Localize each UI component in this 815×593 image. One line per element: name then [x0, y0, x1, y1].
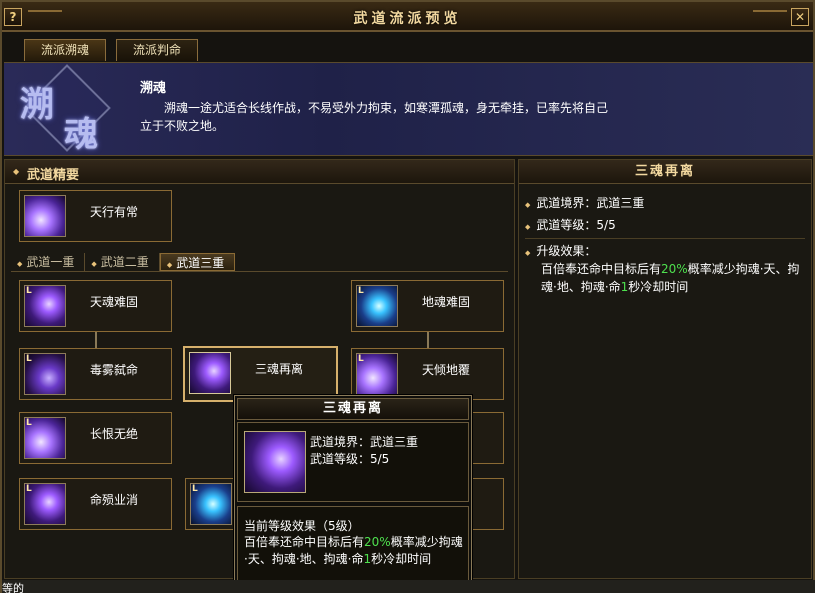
skill-slot-dihun[interactable]: L 地魂难固	[351, 280, 504, 332]
section-title: 武道精要	[27, 168, 80, 183]
blue-spirit-icon[interactable]: L	[190, 483, 232, 525]
detail-level: ◆ 武道等级：5/5	[525, 218, 616, 232]
skill-slot-changhen[interactable]: L 长恨无绝	[19, 412, 172, 464]
skill-tooltip: 三魂再离 武道境界：武道三重 武道等级：5/5 当前等级效果（5级） 百倍奉还命…	[234, 395, 472, 593]
skill-school-window: ? 武道流派预览 ✕ 流派溯魂 流派判命 溯 魂 溯魂 溯魂一途尤适合长线作战，…	[0, 0, 815, 593]
skill-slot-duwu[interactable]: L 毒雾弑命	[19, 348, 172, 400]
emblem-char-2: 魂	[64, 115, 98, 155]
tree-connector	[427, 331, 429, 348]
title-ornament-right	[753, 10, 787, 24]
skill-name: 长恨无绝	[90, 427, 139, 441]
close-button[interactable]: ✕	[791, 8, 809, 26]
emblem-char-1: 溯	[20, 85, 54, 125]
rank-badge-icon: L	[26, 354, 32, 364]
purple-spirit-icon[interactable]: L	[24, 285, 66, 327]
tab-realm-2[interactable]: ◆ 武道二重	[85, 253, 160, 271]
skill-name: 毒雾弑命	[90, 363, 139, 377]
skill-name: 天魂难固	[90, 295, 139, 309]
skill-name: 三魂再离	[255, 362, 304, 376]
purple-flame-icon[interactable]: L	[24, 417, 66, 459]
tab-suhun[interactable]: 流派溯魂	[24, 39, 107, 61]
background-text: 等的	[2, 582, 24, 593]
skill-slot-tianhun[interactable]: L 天魂难固	[19, 280, 172, 332]
divider	[525, 238, 805, 239]
skill-slot-hidden[interactable]	[469, 412, 504, 464]
school-emblem-icon: 溯 魂	[14, 64, 118, 155]
skill-detail-panel: 三魂再离 ◆ 武道境界：武道三重 ◆ 武道等级：5/5 ◆ 升级效果： 百倍奉还命中目…	[518, 159, 812, 579]
window-title: 武道流派预览	[353, 11, 462, 27]
school-name: 溯魂	[140, 81, 167, 96]
tooltip-title: 三魂再离	[237, 398, 469, 420]
realm-sub-tabs: ◆ 武道一重 ◆ 武道二重 ◆ 武道三重	[11, 253, 236, 271]
tab-panming[interactable]: 流派判命	[116, 39, 199, 61]
detail-effect-title: ◆ 升级效果：	[525, 244, 597, 258]
tab-realm-3[interactable]: ◆ 武道三重	[159, 253, 236, 271]
soul-split-icon	[244, 431, 306, 493]
title-bar[interactable]: ? 武道流派预览 ✕	[2, 2, 813, 32]
rank-badge-icon: L	[26, 484, 32, 494]
tab-realm-1[interactable]: ◆ 武道一重	[11, 253, 86, 271]
skill-slot-mingyun[interactable]: L 命殒业消	[19, 478, 172, 530]
diamond-bullet-icon: ◆	[525, 201, 531, 209]
school-tabs: 流派溯魂 流派判命	[24, 39, 199, 61]
tooltip-level: 武道等级：5/5	[310, 452, 390, 466]
tooltip-realm: 武道境界：武道三重	[310, 435, 419, 449]
skill-slot-hidden[interactable]	[469, 478, 504, 530]
rank-badge-icon: L	[358, 354, 364, 364]
detail-title: 三魂再离	[519, 160, 811, 184]
skill-slot-tianqing[interactable]: L 天倾地覆	[351, 348, 504, 400]
school-banner: 溯 魂 溯魂 溯魂一途尤适合长线作战，不易受外力拘束，如寒潭孤魂，身无牵挂，已率…	[4, 62, 813, 156]
tooltip-current-level: 当前等级效果（5级）	[244, 519, 360, 533]
violet-vortex-icon[interactable]: L	[356, 353, 398, 395]
divider	[11, 271, 508, 272]
diamond-bullet-icon: ◆	[525, 249, 531, 257]
blue-spirit-icon[interactable]: L	[356, 285, 398, 327]
rank-badge-icon: L	[26, 286, 32, 296]
diamond-bullet-icon: ◆	[525, 223, 531, 231]
skill-name: 天倾地覆	[422, 363, 471, 377]
tooltip-effect-text: 百倍奉还命中目标后有20%概率减少拘魂·天、拘魂·地、拘魂·命1秒冷却时间	[244, 535, 463, 566]
purple-burst-icon[interactable]: L	[24, 483, 66, 525]
tree-connector	[95, 331, 97, 348]
essence-skill-slot[interactable]: 天行有常	[19, 190, 172, 242]
school-description: 溯魂一途尤适合长线作战，不易受外力拘束，如寒潭孤魂，身无牵挂，已率先将自己立于不…	[140, 101, 609, 133]
poison-mist-icon[interactable]: L	[24, 353, 66, 395]
skill-name: 地魂难固	[422, 295, 471, 309]
rank-badge-icon: L	[192, 484, 198, 494]
rank-badge-icon: L	[358, 286, 364, 296]
detail-realm: ◆ 武道境界：武道三重	[525, 196, 645, 210]
soul-split-icon[interactable]	[189, 352, 231, 394]
section-header: ◆ 武道精要	[5, 160, 514, 184]
skill-name: 天行有常	[90, 205, 139, 219]
tooltip-info: 武道境界：武道三重 武道等级：5/5	[237, 422, 469, 502]
rank-badge-icon: L	[26, 418, 32, 428]
detail-effect-text: 百倍奉还命中目标后有20%概率减少拘魂·天、拘魂·地、拘魂·命1秒冷却时间	[541, 262, 800, 294]
skill-slot-sanhun-selected[interactable]: 三魂再离	[183, 346, 338, 402]
diamond-bullet-icon: ◆	[13, 167, 20, 176]
skill-name: 命殒业消	[90, 493, 139, 507]
purple-storm-icon[interactable]	[24, 195, 66, 237]
background-strip: 等的	[2, 580, 815, 593]
